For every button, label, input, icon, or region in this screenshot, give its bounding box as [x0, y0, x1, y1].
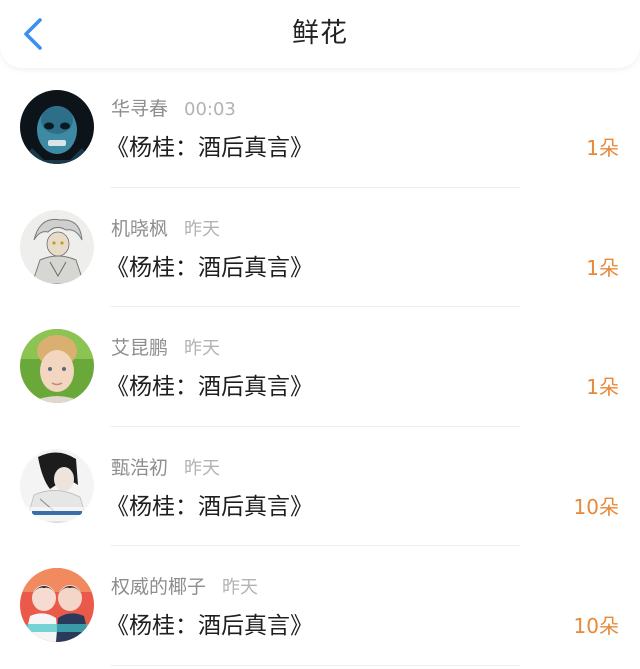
timestamp: 昨天	[184, 338, 221, 359]
work-title[interactable]: 《杨桂：酒后真言》	[106, 487, 313, 521]
avatar[interactable]	[20, 90, 94, 164]
work-title[interactable]: 《杨桂：酒后真言》	[106, 367, 313, 401]
work-title[interactable]: 《杨桂：酒后真言》	[106, 606, 313, 640]
username[interactable]: 艾昆鹏	[111, 337, 168, 359]
username[interactable]: 权威的椰子	[111, 576, 206, 598]
timestamp: 00:03	[184, 99, 236, 120]
work-title[interactable]: 《杨桂：酒后真言》	[106, 248, 313, 282]
avatar[interactable]	[20, 448, 94, 523]
timestamp: 昨天	[184, 218, 221, 240]
username[interactable]: 华寻春	[111, 98, 168, 120]
username[interactable]: 机晓枫	[111, 218, 168, 240]
list-item[interactable]: 艾昆鹏 昨天 《杨桂：酒后真言》 1朵	[0, 307, 640, 427]
timestamp: 昨天	[222, 577, 259, 598]
flower-list: 华寻春 00:03 《杨桂：酒后真言》 1朵 机晓枫 昨天 《杨桂：酒后真言》 1朵	[0, 68, 640, 669]
divider	[110, 664, 520, 666]
page-title: 鲜花	[292, 18, 348, 49]
flower-count: 1朵	[586, 375, 619, 399]
avatar[interactable]	[20, 209, 94, 284]
flower-count: 1朵	[586, 255, 619, 280]
flower-count: 10朵	[573, 494, 619, 519]
avatar[interactable]	[20, 329, 94, 403]
timestamp: 昨天	[184, 457, 221, 479]
username[interactable]: 甄浩初	[111, 457, 168, 479]
list-item[interactable]: 机晓枫 昨天 《杨桂：酒后真言》 1朵	[0, 188, 640, 307]
avatar[interactable]	[20, 568, 94, 642]
flower-count: 10朵	[573, 614, 619, 638]
list-item[interactable]: 甄浩初 昨天 《杨桂：酒后真言》 10朵	[0, 427, 640, 546]
list-item[interactable]: 华寻春 00:03 《杨桂：酒后真言》 1朵	[0, 68, 640, 188]
list-item[interactable]: 权威的椰子 昨天 《杨桂：酒后真言》 10朵	[0, 546, 640, 666]
flower-count: 1朵	[586, 136, 619, 160]
app-header: 鲜花	[0, 0, 640, 68]
work-title[interactable]: 《杨桂：酒后真言》	[106, 128, 313, 162]
